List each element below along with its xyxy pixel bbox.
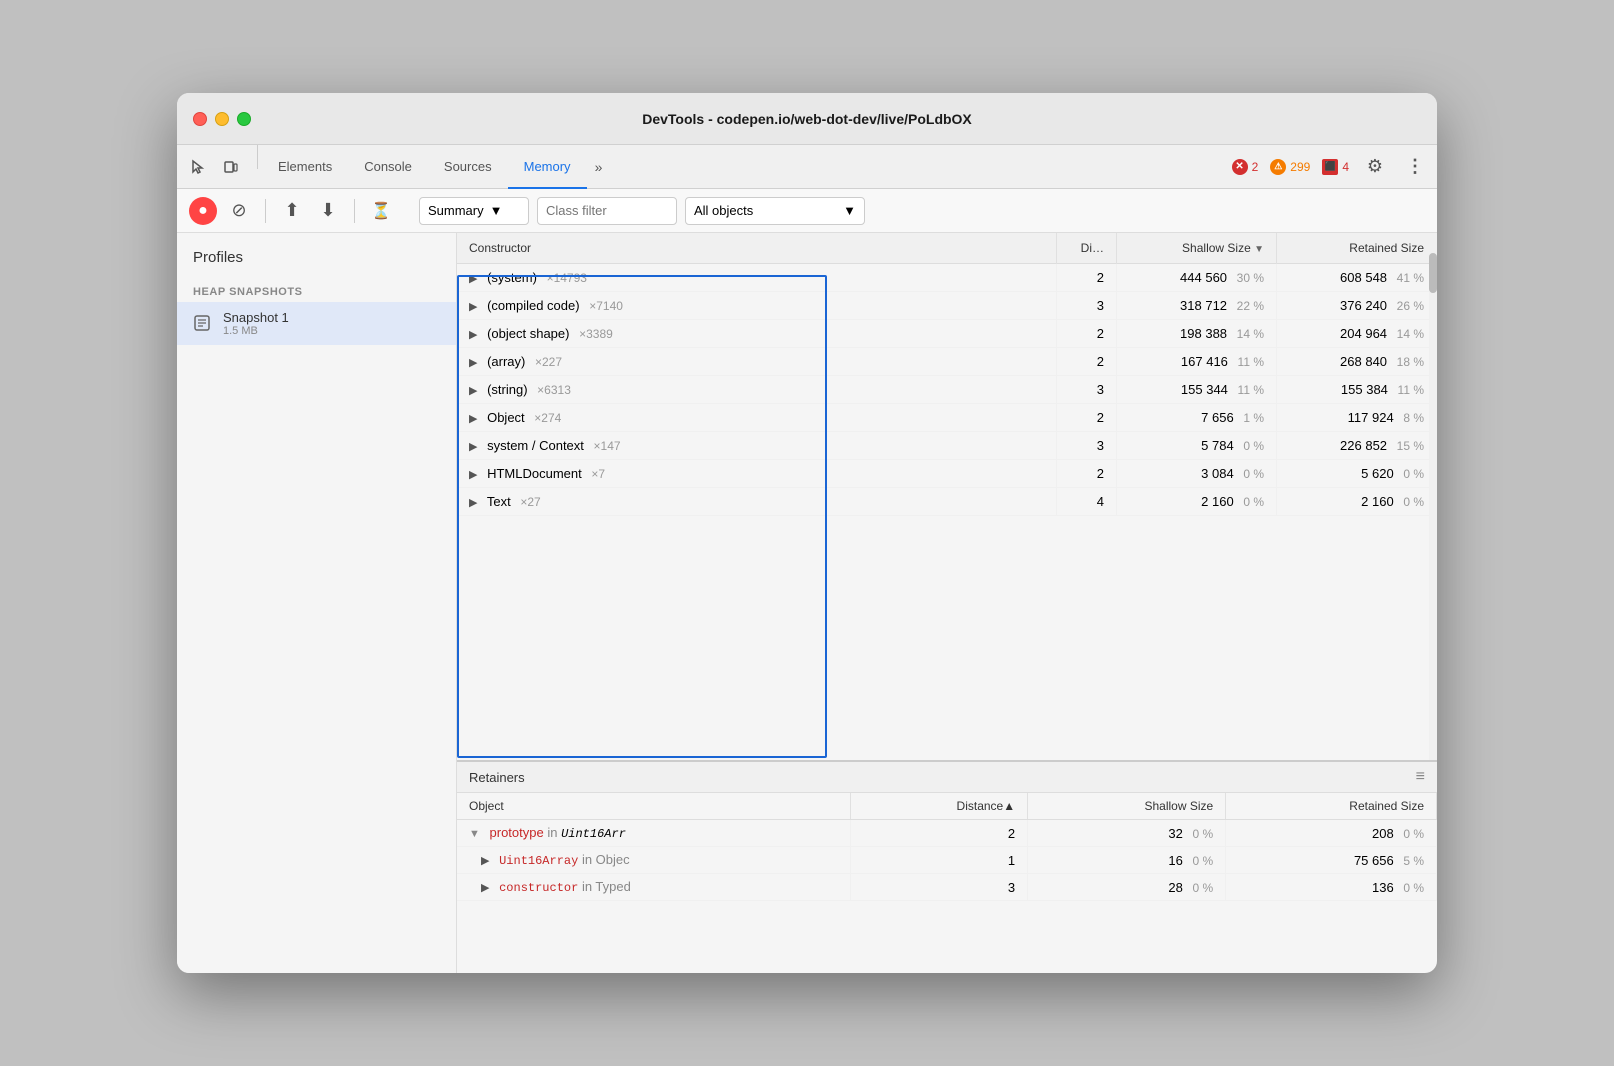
table-scrollbar-thumb[interactable]: [1429, 253, 1437, 293]
table-scrollbar-track[interactable]: [1429, 233, 1437, 760]
maximize-button[interactable]: [237, 112, 251, 126]
retainers-scroll-icon: ≡: [1416, 768, 1425, 786]
expand-arrow[interactable]: ▶: [469, 329, 477, 341]
table-row[interactable]: ▶ system / Context ×147 3 5 784 0 % 226 …: [457, 432, 1437, 460]
th-retainer-distance[interactable]: Distance▲: [851, 793, 1028, 820]
memory-toolbar: ● ⊘ ⬆ ⬇ ⏳ Summary ▼ All objects ▼: [177, 189, 1437, 233]
snapshot-icon: [193, 314, 213, 334]
expand-arrow[interactable]: ▶: [469, 385, 477, 397]
download-button[interactable]: ⬇: [314, 197, 342, 225]
data-panel: Constructor Di… Shallow Size Retained Si…: [457, 233, 1437, 973]
th-retained-size[interactable]: Retained Size: [1277, 233, 1437, 264]
retainers-header-row: Object Distance▲ Shallow Size Retained S…: [457, 793, 1437, 820]
table-row[interactable]: ▶ (string) ×6313 3 155 344 11 % 155 384 …: [457, 376, 1437, 404]
expand-arrow[interactable]: ▶: [469, 413, 477, 425]
th-distance[interactable]: Di…: [1057, 233, 1117, 264]
retainer-row[interactable]: ▶ constructor in Typed 3 28 0 % 136 0 %: [457, 874, 1437, 901]
close-button[interactable]: [193, 112, 207, 126]
table-row[interactable]: ▶ (system) ×14793 2 444 560 30 % 608 548…: [457, 264, 1437, 292]
heap-table: Constructor Di… Shallow Size Retained Si…: [457, 233, 1437, 516]
expand-arrow[interactable]: ▶: [469, 273, 477, 285]
toolbar-separator-1: [265, 199, 266, 223]
info-icon: ⬛: [1322, 159, 1338, 175]
th-retainer-object[interactable]: Object: [457, 793, 851, 820]
stop-button[interactable]: ⊘: [225, 197, 253, 225]
class-filter-input[interactable]: [537, 197, 677, 225]
clear-button[interactable]: ⏳: [367, 197, 395, 225]
expand-arrow[interactable]: ▶: [481, 855, 489, 867]
tab-console[interactable]: Console: [348, 145, 428, 189]
table-row[interactable]: ▶ HTMLDocument ×7 2 3 084 0 % 5 620 0 %: [457, 460, 1437, 488]
retainers-table: Object Distance▲ Shallow Size Retained S…: [457, 793, 1437, 901]
summary-dropdown[interactable]: Summary ▼: [419, 197, 529, 225]
info-badge[interactable]: ⬛ 4: [1322, 159, 1349, 175]
warning-icon: ⚠: [1270, 159, 1286, 175]
main-content: Profiles HEAP SNAPSHOTS Snapshot 1 1.5 M…: [177, 233, 1437, 973]
device-tool-icon[interactable]: [217, 153, 245, 181]
expand-arrow[interactable]: ▶: [481, 882, 489, 894]
devtools-window: DevTools - codepen.io/web-dot-dev/live/P…: [177, 93, 1437, 973]
cursor-tool-icon[interactable]: [185, 153, 213, 181]
warning-badge[interactable]: ⚠ 299: [1270, 159, 1310, 175]
tab-sources[interactable]: Sources: [428, 145, 508, 189]
tab-memory[interactable]: Memory: [508, 145, 587, 189]
record-button[interactable]: ●: [189, 197, 217, 225]
tab-overflow[interactable]: »: [587, 145, 611, 188]
th-retainer-shallow[interactable]: Shallow Size: [1028, 793, 1226, 820]
upload-button[interactable]: ⬆: [278, 197, 306, 225]
expand-arrow[interactable]: ▶: [469, 301, 477, 313]
tab-right-icons: ✕ 2 ⚠ 299 ⬛ 4 ⚙ ⋮: [1232, 145, 1429, 188]
table-row[interactable]: ▶ Object ×274 2 7 656 1 % 117 924 8 %: [457, 404, 1437, 432]
retainers-table-container: Object Distance▲ Shallow Size Retained S…: [457, 793, 1437, 973]
retainers-header: Retainers ≡: [457, 762, 1437, 793]
heap-table-container: Constructor Di… Shallow Size Retained Si…: [457, 233, 1437, 760]
expand-arrow[interactable]: ▼: [469, 828, 480, 840]
more-button[interactable]: ⋮: [1401, 153, 1429, 181]
sidebar-title: Profiles: [177, 249, 456, 278]
retainer-row[interactable]: ▶ Uint16Array in Objec 1 16 0 % 75 656 5…: [457, 847, 1437, 874]
tab-bar: Elements Console Sources Memory » ✕ 2 ⚠ …: [177, 145, 1437, 189]
sidebar: Profiles HEAP SNAPSHOTS Snapshot 1 1.5 M…: [177, 233, 457, 973]
error-icon: ✕: [1232, 159, 1248, 175]
sidebar-section-title: HEAP SNAPSHOTS: [177, 278, 456, 302]
th-shallow-size[interactable]: Shallow Size: [1117, 233, 1277, 264]
expand-arrow[interactable]: ▶: [469, 497, 477, 509]
tab-elements[interactable]: Elements: [262, 145, 348, 189]
table-row[interactable]: ▶ (compiled code) ×7140 3 318 712 22 % 3…: [457, 292, 1437, 320]
snapshot-item-text: Snapshot 1 1.5 MB: [223, 310, 289, 337]
th-retainer-retained[interactable]: Retained Size: [1226, 793, 1437, 820]
toolbar-separator-2: [354, 199, 355, 223]
table-row[interactable]: ▶ (object shape) ×3389 2 198 388 14 % 20…: [457, 320, 1437, 348]
expand-arrow[interactable]: ▶: [469, 469, 477, 481]
all-objects-dropdown[interactable]: All objects ▼: [685, 197, 865, 225]
retainers-section: Retainers ≡ Object Distance▲: [457, 760, 1437, 973]
sidebar-item-snapshot1[interactable]: Snapshot 1 1.5 MB: [177, 302, 456, 345]
title-bar: DevTools - codepen.io/web-dot-dev/live/P…: [177, 93, 1437, 145]
retainer-row[interactable]: ▼ prototype in Uint16Arr 2 32 0 % 208 0 …: [457, 820, 1437, 847]
error-badge[interactable]: ✕ 2: [1232, 159, 1259, 175]
table-header-row: Constructor Di… Shallow Size Retained Si…: [457, 233, 1437, 264]
settings-button[interactable]: ⚙: [1361, 153, 1389, 181]
window-title: DevTools - codepen.io/web-dot-dev/live/P…: [642, 111, 972, 127]
th-constructor[interactable]: Constructor: [457, 233, 1057, 264]
expand-arrow[interactable]: ▶: [469, 357, 477, 369]
table-row[interactable]: ▶ Text ×27 4 2 160 0 % 2 160 0 %: [457, 488, 1437, 516]
expand-arrow[interactable]: ▶: [469, 441, 477, 453]
minimize-button[interactable]: [215, 112, 229, 126]
traffic-lights: [193, 112, 251, 126]
table-row[interactable]: ▶ (array) ×227 2 167 416 11 % 268 840 18…: [457, 348, 1437, 376]
